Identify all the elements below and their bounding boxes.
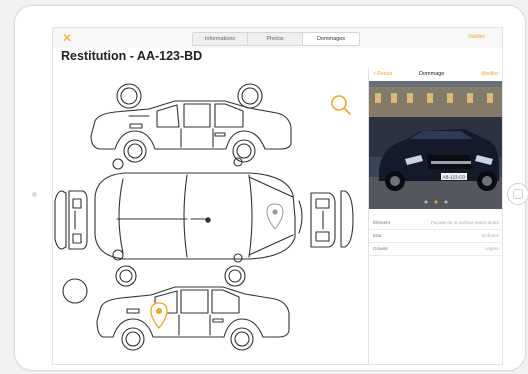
home-button-square-icon [513,189,523,199]
car-side-view-bottom[interactable] [62,265,290,351]
row-label: Etat [373,233,382,238]
tab-dommages[interactable]: Dommages [303,33,359,45]
list-item[interactable]: Élément Façade de la surface avant droit… [369,217,502,230]
car-side-view-top[interactable] [90,83,292,163]
close-icon[interactable]: ✕ [62,31,72,45]
tab-photos[interactable]: Photos [248,33,303,45]
row-value: Enfoncé [482,233,499,238]
row-label: Gravité [373,246,388,251]
panel-header: < Retour Dommage Modifier [369,69,502,81]
top-bar: ✕ Informations Photos Dommages Valider [53,28,502,48]
row-label: Élément [373,220,390,225]
back-button[interactable]: < Retour [373,71,392,77]
camera-icon [32,192,37,197]
damage-photo[interactable]: AB-123-CD [369,81,502,209]
car-front-view[interactable] [310,190,354,248]
tab-segmented-control: Informations Photos Dommages [192,32,360,46]
tab-informations[interactable]: Informations [193,33,248,45]
panel-title: Dommage [419,71,445,77]
search-icon[interactable] [331,95,351,115]
location-pin-icon[interactable] [266,203,284,230]
car-rear-view[interactable] [54,190,88,250]
page-title: Restitution - AA-123-BD [61,49,203,63]
row-value: Façade de la surface avant droite [430,220,499,225]
license-plate: AB-123-CD [442,175,466,180]
list-item[interactable]: Etat Enfoncé [369,230,502,243]
list-item[interactable]: Gravité Légère [369,243,502,256]
damage-detail-panel: < Retour Dommage Modifier AB-123-CD Élém… [368,69,502,364]
app-screen: ✕ Informations Photos Dommages Valider R… [52,27,503,365]
validate-button[interactable]: Valider [468,34,485,40]
damage-pin-selected-icon[interactable] [150,302,168,329]
vehicle-damage-diagram[interactable] [53,69,367,364]
edit-button[interactable]: Modifier [481,71,499,77]
row-value: Légère [484,246,499,251]
